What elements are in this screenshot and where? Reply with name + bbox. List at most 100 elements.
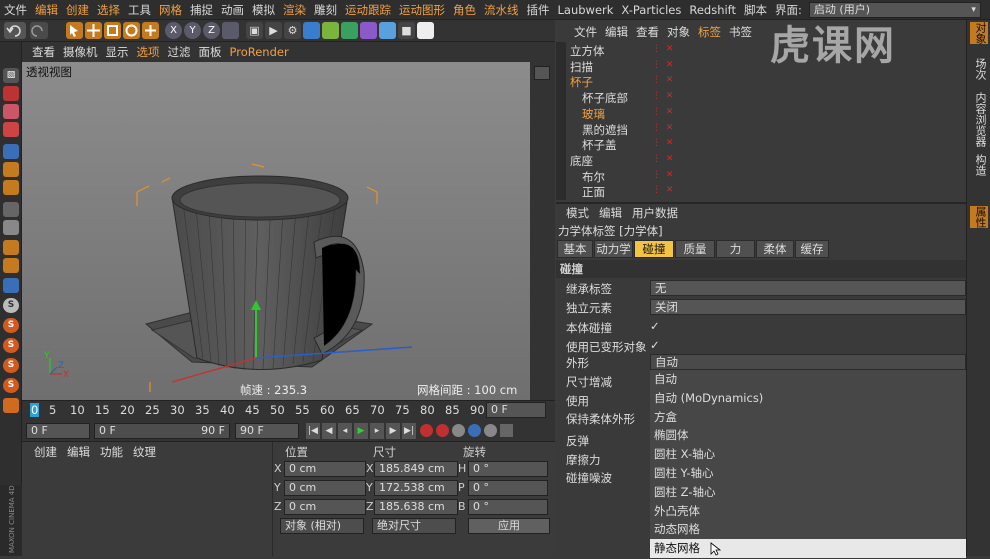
dropdown-option[interactable]: 圆柱 X-轴心 bbox=[650, 445, 966, 465]
visibility-dots-icon[interactable]: ⋮ ✕ bbox=[652, 91, 674, 101]
dropdown-option[interactable]: 自动 bbox=[650, 370, 966, 389]
mat-menu-create[interactable]: 创建 bbox=[34, 444, 57, 460]
tab-attributes[interactable]: 属性 bbox=[970, 206, 988, 228]
self-collision-checkbox[interactable]: ✓ bbox=[650, 319, 660, 333]
model-mode-icon[interactable] bbox=[3, 86, 19, 101]
z-axis-icon[interactable]: Z bbox=[203, 22, 220, 39]
object-row[interactable]: 黑的遮挡 ⋮ ✕ bbox=[566, 121, 966, 137]
attr-tab[interactable]: 动力学 bbox=[594, 240, 633, 258]
obj-menu-edit[interactable]: 编辑 bbox=[601, 24, 632, 40]
visibility-dots-icon[interactable]: ⋮ ✕ bbox=[652, 60, 674, 70]
menu-sculpt[interactable]: 雕刻 bbox=[310, 0, 341, 20]
obj-menu-bookmarks[interactable]: 书签 bbox=[725, 24, 756, 40]
vp-menu-view[interactable]: 查看 bbox=[28, 44, 59, 60]
attr-tab[interactable]: 缓存 bbox=[795, 240, 829, 258]
visibility-dots-icon[interactable]: ⋮ ✕ bbox=[652, 44, 674, 54]
object-manager-scrollbar[interactable] bbox=[556, 42, 566, 200]
edges-mode-icon[interactable] bbox=[3, 162, 19, 177]
range-slider[interactable]: 0 F 90 F bbox=[94, 423, 230, 439]
mat-menu-edit[interactable]: 编辑 bbox=[67, 444, 90, 460]
points-mode-icon[interactable] bbox=[3, 144, 19, 159]
mat-menu-texture[interactable]: 纹理 bbox=[133, 444, 156, 460]
tweak-mode-icon[interactable] bbox=[3, 220, 19, 235]
play-icon[interactable]: ▶ bbox=[354, 423, 368, 439]
bend-deformer-icon[interactable] bbox=[360, 22, 377, 39]
y-axis-icon[interactable]: Y bbox=[184, 22, 201, 39]
go-end-icon[interactable]: ▶| bbox=[402, 423, 416, 439]
polygons-mode-icon[interactable] bbox=[3, 180, 19, 195]
end-frame-field[interactable]: 0 F bbox=[486, 402, 546, 418]
size-x-field[interactable]: 185.849 cm bbox=[374, 461, 458, 477]
s-grab-icon[interactable]: S bbox=[3, 378, 19, 393]
menu-edit[interactable]: 编辑 bbox=[31, 0, 62, 20]
prev-key-icon[interactable]: ◀ bbox=[322, 423, 336, 439]
key-position-icon[interactable] bbox=[468, 424, 481, 437]
menu-tools[interactable]: 工具 bbox=[124, 0, 155, 20]
subdivision-icon[interactable] bbox=[341, 22, 358, 39]
start-frame-field[interactable]: 0 F bbox=[26, 423, 90, 439]
dropdown-option[interactable]: 外凸壳体 bbox=[650, 501, 966, 521]
menu-xparticles[interactable]: X-Particles bbox=[617, 0, 685, 20]
menu-mesh[interactable]: 网格 bbox=[155, 0, 186, 20]
coord-system-icon[interactable] bbox=[222, 22, 239, 39]
menu-snap[interactable]: 捕捉 bbox=[186, 0, 217, 20]
plus-icon[interactable] bbox=[142, 22, 159, 39]
key-param-icon[interactable] bbox=[484, 424, 497, 437]
dropdown-option[interactable]: 自动 (MoDynamics) bbox=[650, 388, 966, 408]
tab-takes[interactable]: 场次 bbox=[970, 58, 988, 80]
go-start-icon[interactable]: |◀ bbox=[306, 423, 320, 439]
vp-menu-panel[interactable]: 面板 bbox=[195, 44, 226, 60]
shape-select[interactable]: 自动 bbox=[650, 354, 966, 370]
undo-icon[interactable] bbox=[4, 22, 26, 39]
snap-icon[interactable] bbox=[3, 240, 19, 255]
perspective-viewport[interactable]: Y X Z 透视视图 帧速 : 235.3 网格间距 : 100 cm bbox=[22, 62, 530, 400]
attr-tab[interactable]: 碰撞 bbox=[634, 240, 674, 258]
obj-menu-tags[interactable]: 标签 bbox=[694, 24, 725, 40]
menu-file[interactable]: 文件 bbox=[0, 0, 31, 20]
obj-menu-objects[interactable]: 对象 bbox=[663, 24, 694, 40]
obj-menu-file[interactable]: 文件 bbox=[570, 24, 601, 40]
visibility-dots-icon[interactable]: ⋮ ✕ bbox=[652, 138, 674, 148]
tab-content-browser[interactable]: 内容浏览器 bbox=[970, 92, 988, 147]
visibility-dots-icon[interactable]: ⋮ ✕ bbox=[652, 170, 674, 180]
menu-laubwerk[interactable]: Laubwerk bbox=[554, 0, 618, 20]
menu-mograph[interactable]: 运动图形 bbox=[395, 0, 449, 20]
scale-icon[interactable] bbox=[104, 22, 121, 39]
menu-pipeline[interactable]: 流水线 bbox=[480, 0, 523, 20]
attr-menu-edit[interactable]: 编辑 bbox=[599, 205, 622, 221]
object-row[interactable]: 正面 ⋮ ✕ bbox=[566, 183, 966, 199]
texture-mode-icon[interactable] bbox=[3, 104, 19, 119]
menu-create[interactable]: 创建 bbox=[62, 0, 93, 20]
vp-menu-display[interactable]: 显示 bbox=[102, 44, 133, 60]
dropdown-option[interactable]: 圆柱 Z-轴心 bbox=[650, 482, 966, 502]
size-mode-select[interactable]: 绝对尺寸 bbox=[372, 518, 456, 534]
record-icon[interactable] bbox=[420, 424, 433, 437]
rotate-icon[interactable] bbox=[123, 22, 140, 39]
use-deformed-checkbox[interactable]: ✓ bbox=[650, 338, 660, 352]
menu-plugins[interactable]: 插件 bbox=[523, 0, 554, 20]
dropdown-option[interactable]: 椭圆体 bbox=[650, 426, 966, 446]
coord-mode-select[interactable]: 对象 (相对) bbox=[280, 518, 364, 534]
auto-key-icon[interactable] bbox=[436, 424, 449, 437]
inherit-tag-select[interactable]: 无 bbox=[650, 280, 966, 296]
size-z-field[interactable]: 185.638 cm bbox=[374, 499, 458, 515]
max-frame-field[interactable]: 90 F bbox=[235, 423, 299, 439]
layout-select[interactable]: 启动 (用户) ▾ bbox=[808, 1, 981, 18]
x-axis-icon[interactable]: X bbox=[165, 22, 182, 39]
axis-mode-icon[interactable] bbox=[3, 202, 19, 217]
object-row[interactable]: 杯子底部 ⋮ ✕ bbox=[566, 89, 966, 105]
visibility-dots-icon[interactable]: ⋮ ✕ bbox=[652, 185, 674, 195]
vp-menu-filter[interactable]: 过滤 bbox=[164, 44, 195, 60]
move-icon[interactable] bbox=[85, 22, 102, 39]
current-frame-marker[interactable]: 0 bbox=[30, 403, 40, 417]
attr-tab[interactable]: 基本 bbox=[557, 240, 593, 258]
object-row[interactable]: 底座 ⋮ ✕ bbox=[566, 152, 966, 168]
s-smooth-icon[interactable]: S bbox=[3, 338, 19, 353]
pos-y-field[interactable]: 0 cm bbox=[284, 480, 366, 496]
timeline-icon[interactable] bbox=[500, 424, 513, 437]
menu-simulate[interactable]: 模拟 bbox=[248, 0, 279, 20]
s-pull-icon[interactable]: S bbox=[3, 358, 19, 373]
menu-motion-tracking[interactable]: 运动跟踪 bbox=[341, 0, 395, 20]
menu-character[interactable]: 角色 bbox=[449, 0, 480, 20]
vp-menu-cameras[interactable]: 摄像机 bbox=[59, 44, 102, 60]
